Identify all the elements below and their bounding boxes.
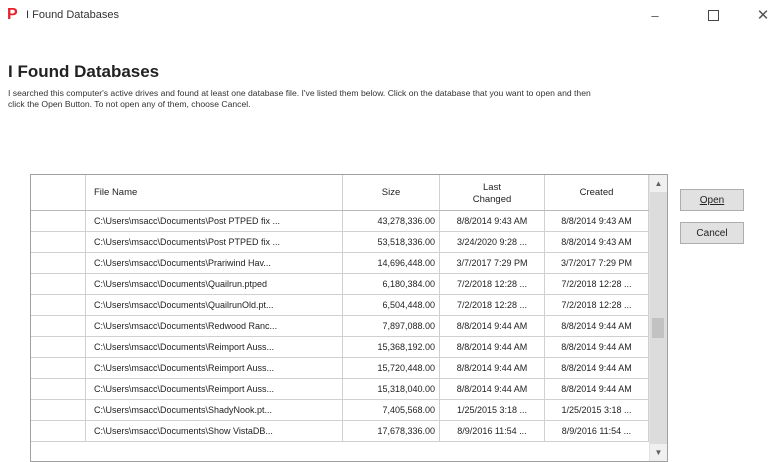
cell-last-changed[interactable]: 8/8/2014 9:43 AM: [439, 210, 545, 232]
scroll-thumb[interactable]: [652, 318, 664, 338]
column-header-file-name[interactable]: File Name: [85, 175, 343, 211]
cancel-button[interactable]: Cancel: [680, 222, 744, 244]
last-changed-label: Last Changed: [473, 180, 512, 206]
chevron-down-icon: ▼: [654, 448, 663, 457]
page-title: I Found Databases: [8, 62, 160, 81]
open-button[interactable]: Open: [680, 189, 744, 211]
row-selector[interactable]: [31, 357, 86, 379]
row-selector-header: [31, 175, 86, 211]
cell-size[interactable]: 7,897,088.00: [342, 315, 440, 337]
table-row[interactable]: C:\Users\msacc\Documents\Redwood Ranc...…: [31, 315, 649, 337]
app-logo-icon: P: [7, 6, 18, 23]
row-selector[interactable]: [31, 294, 86, 316]
column-header-last-changed[interactable]: Last Changed: [439, 175, 545, 211]
cell-file-name[interactable]: C:\Users\msacc\Documents\Post PTPED fix …: [85, 231, 343, 253]
cell-last-changed[interactable]: 8/8/2014 9:44 AM: [439, 315, 545, 337]
last-changed-line-1: Last: [483, 181, 501, 193]
scroll-down-button[interactable]: ▼: [650, 444, 667, 461]
window-title: I Found Databases: [26, 9, 119, 21]
table-row[interactable]: C:\Users\msacc\Documents\QuailrunOld.pt.…: [31, 294, 649, 316]
cell-last-changed[interactable]: 3/24/2020 9:28 ...: [439, 231, 545, 253]
cell-last-changed[interactable]: 7/2/2018 12:28 ...: [439, 294, 545, 316]
minimize-icon: –: [651, 7, 659, 23]
cell-last-changed[interactable]: 7/2/2018 12:28 ...: [439, 273, 545, 295]
chevron-up-icon: ▲: [654, 179, 663, 188]
cell-created[interactable]: 8/8/2014 9:43 AM: [544, 210, 649, 232]
maximize-button[interactable]: [690, 0, 736, 30]
table-row[interactable]: C:\Users\msacc\Documents\Post PTPED fix …: [31, 231, 649, 253]
cell-created[interactable]: 7/2/2018 12:28 ...: [544, 273, 649, 295]
cell-file-name[interactable]: C:\Users\msacc\Documents\Post PTPED fix …: [85, 210, 343, 232]
cell-size[interactable]: 6,504,448.00: [342, 294, 440, 316]
open-button-label: Open: [699, 194, 725, 206]
cell-size[interactable]: 6,180,384.00: [342, 273, 440, 295]
cell-size[interactable]: 17,678,336.00: [342, 420, 440, 442]
minimize-button[interactable]: –: [632, 0, 678, 30]
maximize-icon: [707, 9, 719, 21]
cell-last-changed[interactable]: 8/9/2016 11:54 ...: [439, 420, 545, 442]
table-row[interactable]: C:\Users\msacc\Documents\Show VistaDB...…: [31, 420, 649, 442]
cell-file-name[interactable]: C:\Users\msacc\Documents\Reimport Auss..…: [85, 336, 343, 358]
cell-created[interactable]: 8/8/2014 9:44 AM: [544, 357, 649, 379]
cell-file-name[interactable]: C:\Users\msacc\Documents\Show VistaDB...: [85, 420, 343, 442]
cell-size[interactable]: 14,696,448.00: [342, 252, 440, 274]
cell-last-changed[interactable]: 1/25/2015 3:18 ...: [439, 399, 545, 421]
cell-last-changed[interactable]: 8/8/2014 9:44 AM: [439, 378, 545, 400]
cell-file-name[interactable]: C:\Users\msacc\Documents\Quailrun.ptped: [85, 273, 343, 295]
database-grid[interactable]: File Name Size Last Changed Created C:\Us…: [30, 174, 668, 462]
cell-file-name[interactable]: C:\Users\msacc\Documents\Prariwind Hav..…: [85, 252, 343, 274]
cell-size[interactable]: 15,368,192.00: [342, 336, 440, 358]
cell-file-name[interactable]: C:\Users\msacc\Documents\Redwood Ranc...: [85, 315, 343, 337]
cell-created[interactable]: 8/8/2014 9:44 AM: [544, 315, 649, 337]
instructions-text: I searched this computer's active drives…: [8, 88, 591, 109]
row-selector[interactable]: [31, 420, 86, 442]
row-selector[interactable]: [31, 399, 86, 421]
cell-created[interactable]: 8/8/2014 9:44 AM: [544, 336, 649, 358]
cell-file-name[interactable]: C:\Users\msacc\Documents\QuailrunOld.pt.…: [85, 294, 343, 316]
table-row[interactable]: C:\Users\msacc\Documents\ShadyNook.pt...…: [31, 399, 649, 421]
table-row[interactable]: C:\Users\msacc\Documents\Post PTPED fix …: [31, 210, 649, 232]
column-header-created[interactable]: Created: [544, 175, 649, 211]
cell-created[interactable]: 7/2/2018 12:28 ...: [544, 294, 649, 316]
cell-last-changed[interactable]: 8/8/2014 9:44 AM: [439, 336, 545, 358]
table-row[interactable]: C:\Users\msacc\Documents\Reimport Auss..…: [31, 336, 649, 358]
cell-size[interactable]: 7,405,568.00: [342, 399, 440, 421]
table-body: C:\Users\msacc\Documents\Post PTPED fix …: [31, 210, 649, 442]
database-table: File Name Size Last Changed Created C:\Us…: [31, 175, 649, 442]
cell-created[interactable]: 8/8/2014 9:43 AM: [544, 231, 649, 253]
cell-created[interactable]: 8/9/2016 11:54 ...: [544, 420, 649, 442]
row-selector[interactable]: [31, 336, 86, 358]
cell-size[interactable]: 43,278,336.00: [342, 210, 440, 232]
close-button[interactable]: ✕: [740, 0, 772, 30]
cell-last-changed[interactable]: 8/8/2014 9:44 AM: [439, 357, 545, 379]
table-row[interactable]: C:\Users\msacc\Documents\Reimport Auss..…: [31, 378, 649, 400]
table-row[interactable]: C:\Users\msacc\Documents\Prariwind Hav..…: [31, 252, 649, 274]
cell-size[interactable]: 15,720,448.00: [342, 357, 440, 379]
table-header-row: File Name Size Last Changed Created: [31, 175, 649, 211]
cell-size[interactable]: 53,518,336.00: [342, 231, 440, 253]
row-selector[interactable]: [31, 252, 86, 274]
scroll-up-button[interactable]: ▲: [650, 175, 667, 192]
cell-last-changed[interactable]: 3/7/2017 7:29 PM: [439, 252, 545, 274]
cell-size[interactable]: 15,318,040.00: [342, 378, 440, 400]
column-header-size[interactable]: Size: [342, 175, 440, 211]
close-icon: ✕: [756, 7, 770, 24]
row-selector[interactable]: [31, 378, 86, 400]
table-row[interactable]: C:\Users\msacc\Documents\Reimport Auss..…: [31, 357, 649, 379]
cell-created[interactable]: 8/8/2014 9:44 AM: [544, 378, 649, 400]
cell-file-name[interactable]: C:\Users\msacc\Documents\Reimport Auss..…: [85, 357, 343, 379]
cell-file-name[interactable]: C:\Users\msacc\Documents\Reimport Auss..…: [85, 378, 343, 400]
last-changed-line-2: Changed: [472, 193, 512, 205]
table-row[interactable]: C:\Users\msacc\Documents\Quailrun.ptped 6…: [31, 273, 649, 295]
vertical-scrollbar[interactable]: ▲ ▼: [649, 175, 667, 461]
row-selector[interactable]: [31, 231, 86, 253]
row-selector[interactable]: [31, 210, 86, 232]
dialog-window: P I Found Databases – ✕ I Found Database…: [0, 0, 772, 462]
cell-file-name[interactable]: C:\Users\msacc\Documents\ShadyNook.pt...: [85, 399, 343, 421]
row-selector[interactable]: [31, 273, 86, 295]
title-bar[interactable]: P I Found Databases – ✕: [0, 0, 772, 30]
cell-created[interactable]: 3/7/2017 7:29 PM: [544, 252, 649, 274]
cell-created[interactable]: 1/25/2015 3:18 ...: [544, 399, 649, 421]
row-selector[interactable]: [31, 315, 86, 337]
